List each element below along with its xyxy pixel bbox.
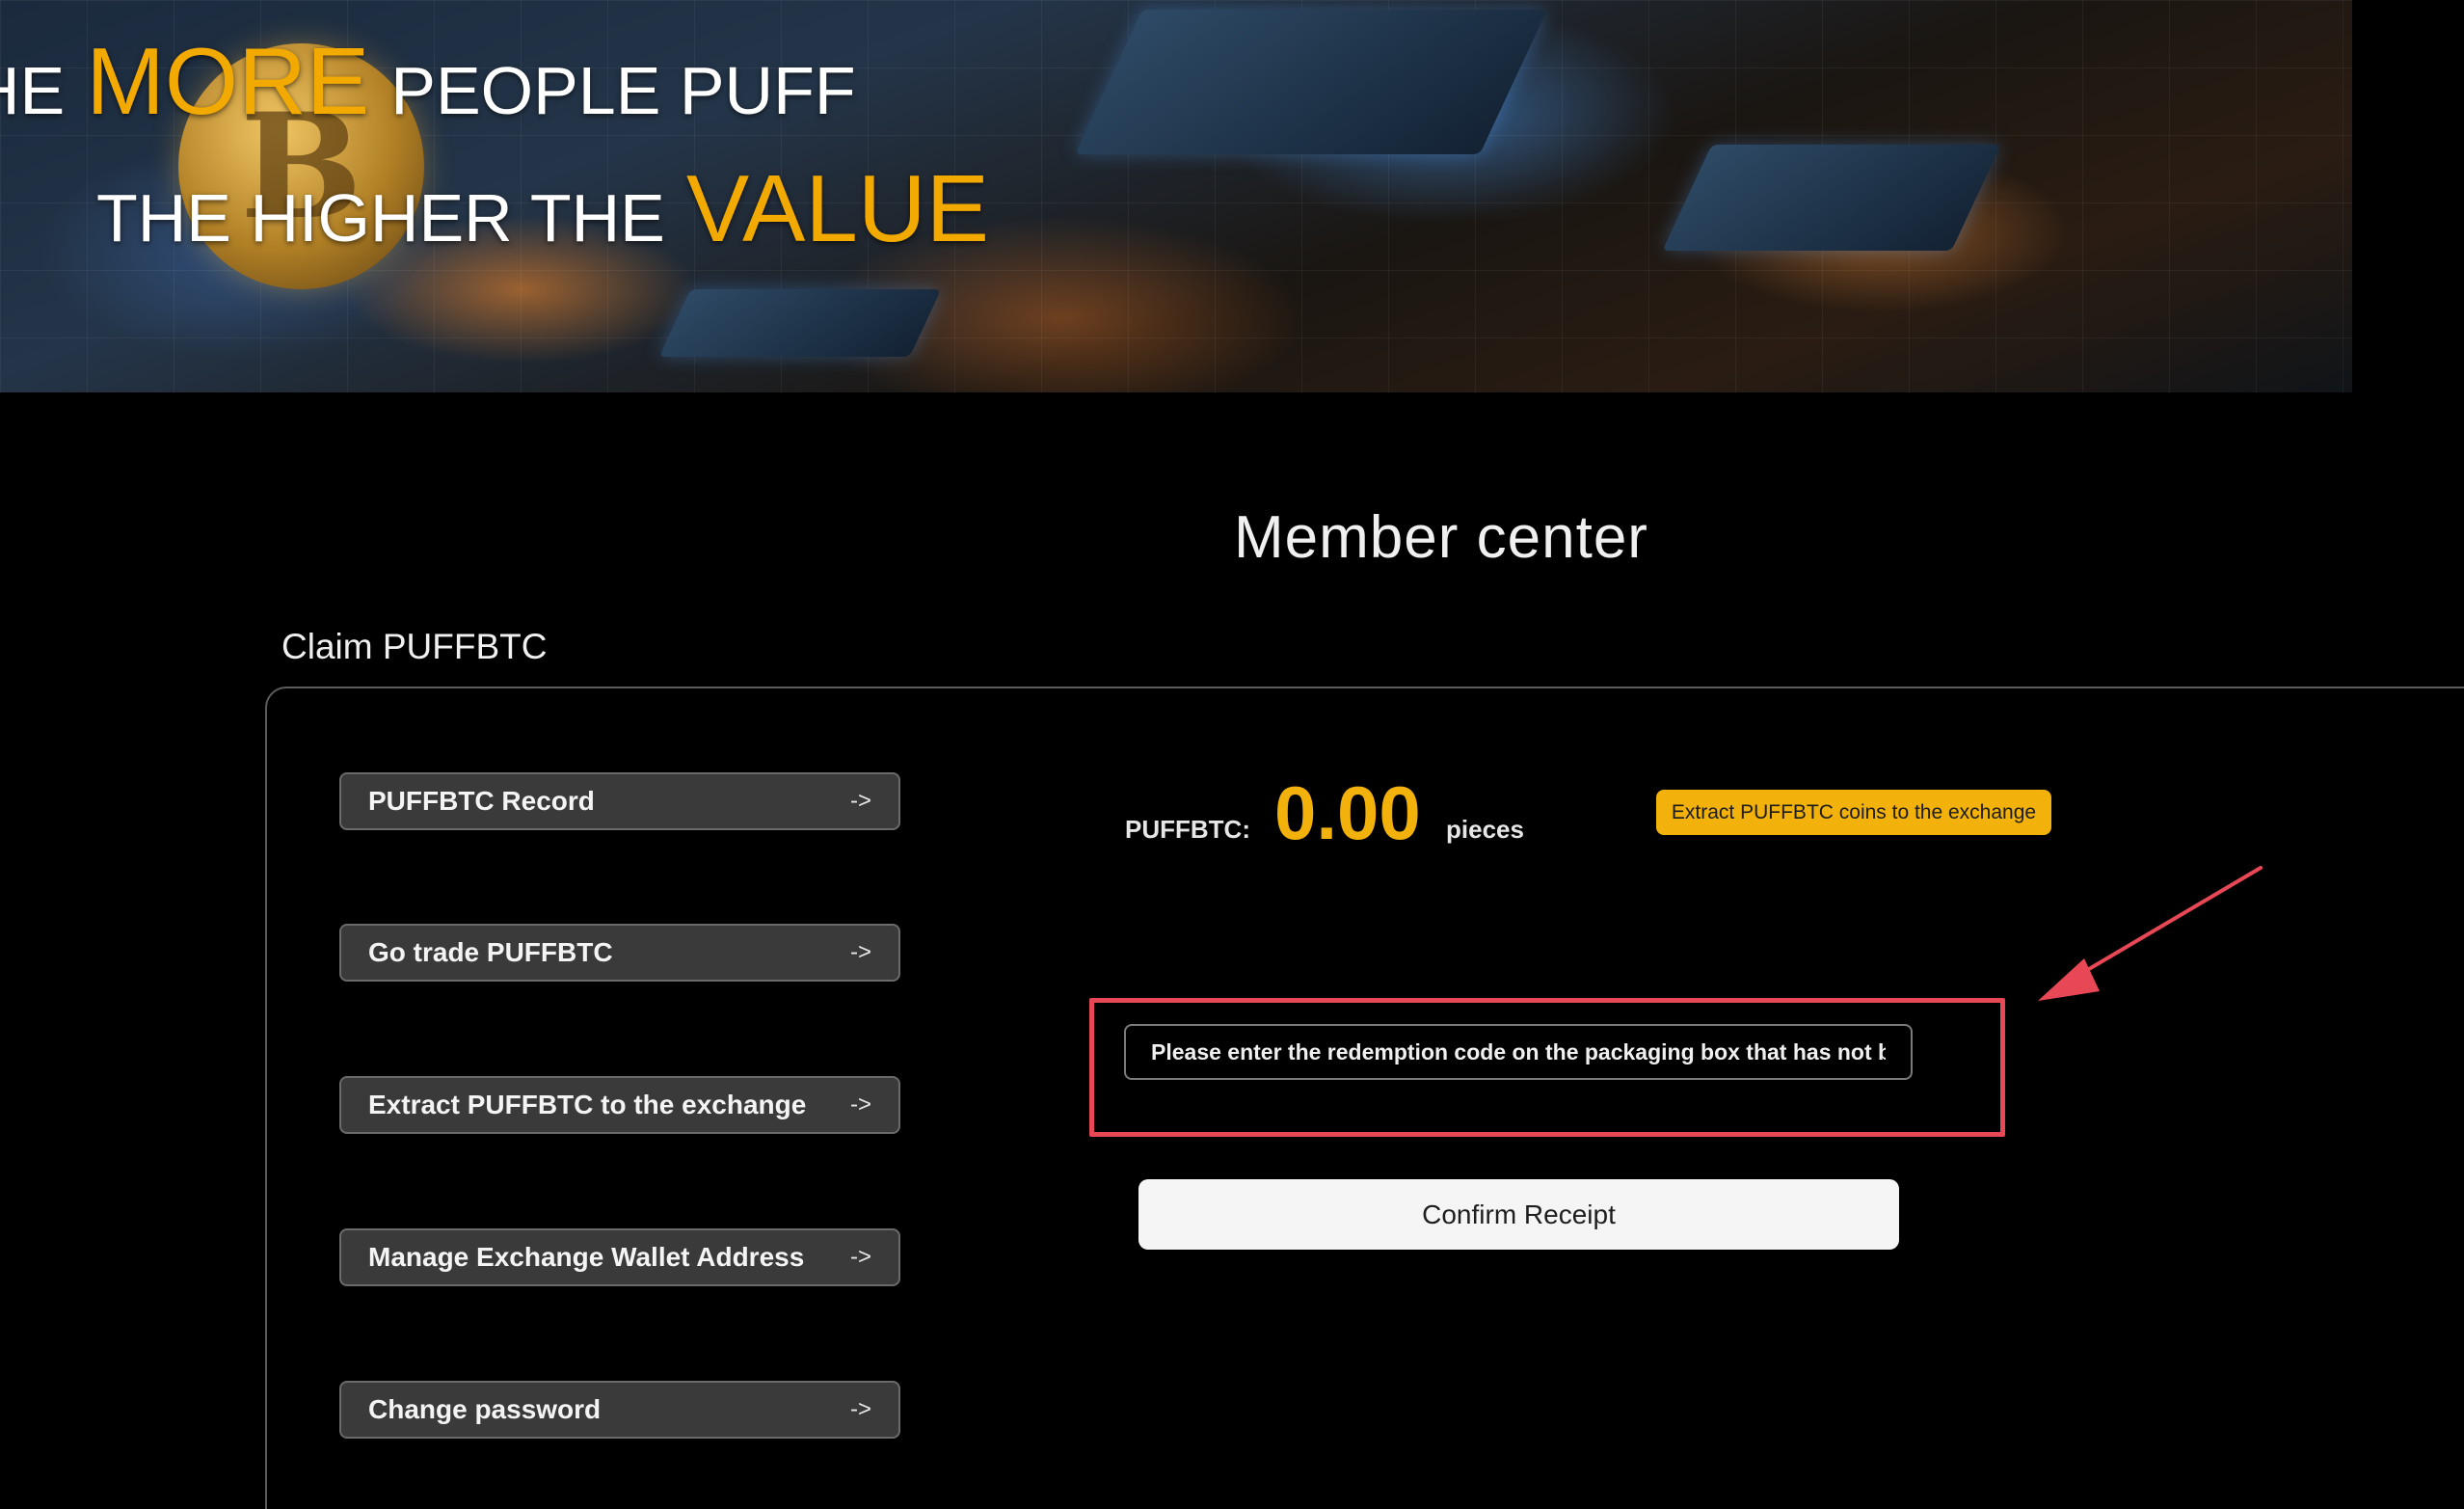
menu-item-label: Change password — [368, 1394, 602, 1424]
menu-item-label: Go trade PUFFBTC — [368, 937, 613, 967]
menu-item-label: PUFFBTC Record — [368, 786, 595, 816]
banner-chip-shape — [658, 289, 942, 357]
menu-manage-wallet-button[interactable]: Manage Exchange Wallet Address -> — [339, 1228, 900, 1286]
banner-line1-suffix: PEOPLE PUFF — [390, 53, 856, 128]
menu-extract-to-exchange-button[interactable]: Extract PUFFBTC to the exchange -> — [339, 1076, 900, 1134]
arrow-right-icon: -> — [849, 939, 871, 965]
hero-banner: B HEMOREPEOPLE PUFF THE HIGHER THEVALUE — [0, 0, 2352, 392]
menu-item-label: Manage Exchange Wallet Address — [368, 1242, 805, 1272]
section-heading: Claim PUFFBTC — [281, 627, 548, 666]
page: B HEMOREPEOPLE PUFF THE HIGHER THEVALUE … — [0, 0, 2464, 1509]
banner-chip-shape — [1075, 10, 1547, 154]
arrow-right-icon: -> — [849, 1091, 871, 1118]
balance-label: PUFFBTC: — [1125, 815, 1250, 844]
menu-change-password-button[interactable]: Change password -> — [339, 1381, 900, 1439]
annotation-arrow-icon — [2038, 866, 2263, 1001]
balance-value: 0.00 — [1274, 770, 1421, 855]
banner-headline-line-1: HE MORE PEOPLE PUFF — [0, 27, 856, 136]
balance-unit: pieces — [1446, 815, 1524, 844]
page-title: Member center — [1234, 504, 1648, 571]
banner-accent-more: MORE — [86, 28, 370, 134]
banner-line1-prefix: HE — [0, 53, 66, 128]
banner-chip-shape — [1662, 145, 2001, 251]
menu-puffbtc-record-button[interactable]: PUFFBTC Record -> — [339, 772, 900, 830]
arrow-right-icon: -> — [849, 788, 871, 814]
banner-headline-line-2: THE HIGHER THE VALUE — [96, 154, 989, 263]
redemption-code-input[interactable] — [1124, 1024, 1913, 1080]
banner-line2-prefix: THE HIGHER THE — [96, 180, 665, 256]
arrow-right-icon: -> — [849, 1244, 871, 1270]
menu-go-trade-button[interactable]: Go trade PUFFBTC -> — [339, 924, 900, 982]
banner-accent-value: VALUE — [685, 155, 989, 261]
extract-coins-button[interactable]: Extract PUFFBTC coins to the exchange — [1656, 790, 2051, 835]
arrow-right-icon: -> — [849, 1396, 871, 1422]
confirm-receipt-button[interactable]: Confirm Receipt — [1138, 1179, 1899, 1250]
menu-item-label: Extract PUFFBTC to the exchange — [368, 1090, 807, 1119]
